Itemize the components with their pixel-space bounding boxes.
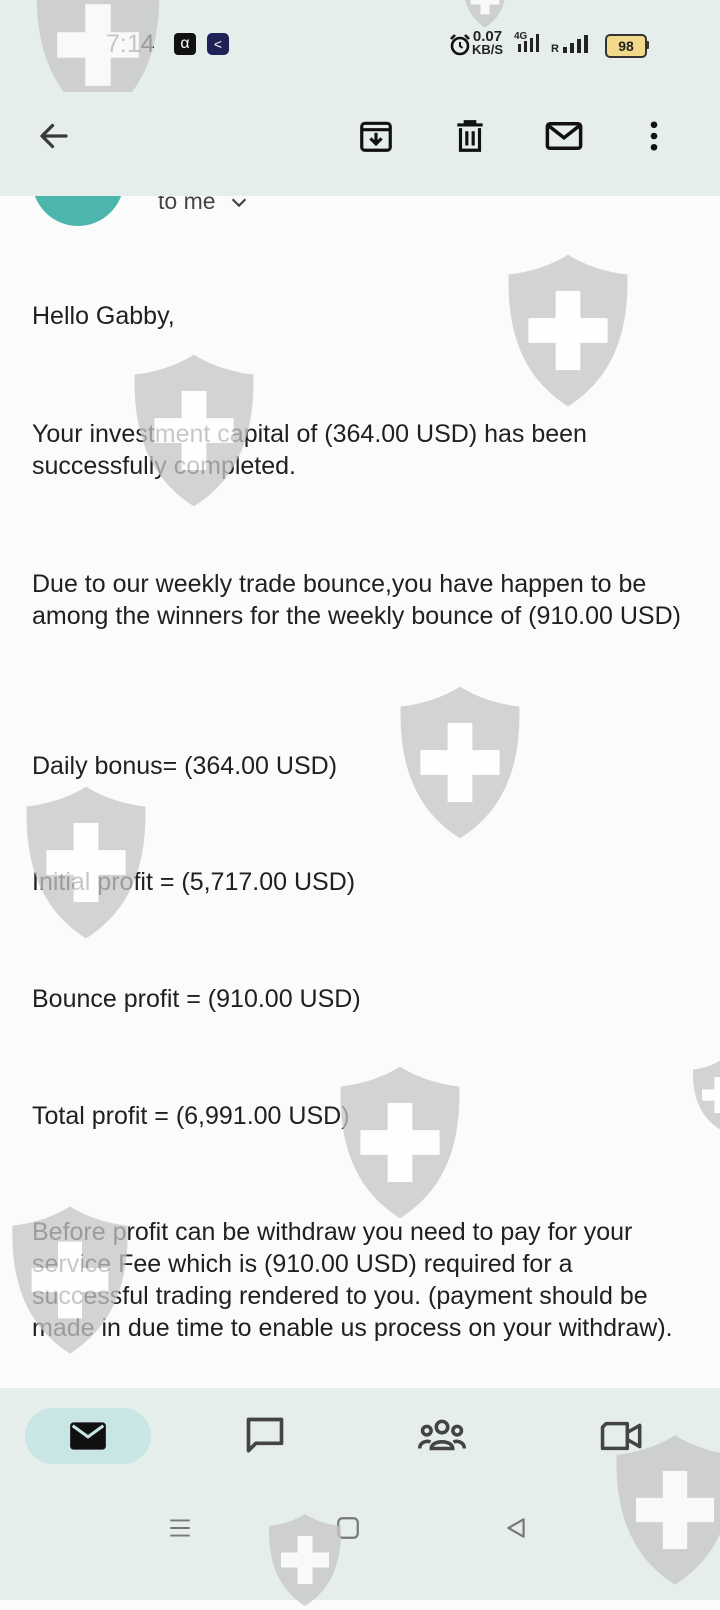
archive-icon	[360, 121, 392, 152]
sim2-label: R	[551, 43, 559, 55]
bounce-profit-line: Bounce profit = (910.00 USD)	[32, 985, 361, 1013]
nav-meet[interactable]	[592, 1408, 652, 1464]
email-paragraph-1: Your investment capital of (364.00 USD) …	[32, 420, 587, 480]
back-icon	[507, 1518, 525, 1538]
sender-avatar[interactable]	[32, 196, 124, 226]
recipient-details-toggle[interactable]: to me	[158, 196, 250, 215]
meet-icon	[600, 1421, 642, 1451]
signal-icon: 4G	[514, 31, 539, 52]
spaces-icon	[417, 1419, 467, 1451]
bottom-navigation	[0, 1388, 720, 1600]
nav-spaces[interactable]	[412, 1408, 472, 1464]
status-time: 7:14	[106, 30, 155, 58]
home-icon	[337, 1517, 359, 1539]
system-home-button[interactable]	[328, 1508, 368, 1548]
battery-tip	[646, 41, 649, 49]
menu-icon	[170, 1519, 190, 1537]
network-speed: 0.07 KB/S	[472, 29, 504, 57]
more-options-button[interactable]	[630, 112, 678, 160]
nav-mail[interactable]	[25, 1408, 151, 1464]
system-back-button[interactable]	[496, 1508, 536, 1548]
signal-icon-2: R	[551, 35, 588, 55]
delete-button[interactable]	[446, 112, 494, 160]
system-menu-button[interactable]	[160, 1508, 200, 1548]
network-speed-unit: KB/S	[472, 42, 504, 57]
email-paragraph-3: Before profit can be withdraw you need t…	[32, 1218, 673, 1342]
notification-app-icon-2: <	[207, 33, 229, 55]
email-greeting: Hello Gabby,	[32, 302, 175, 330]
total-profit-line: Total profit = (6,991.00 USD)	[32, 1102, 350, 1130]
alarm-icon	[450, 34, 470, 56]
mark-unread-button[interactable]	[540, 112, 588, 160]
recipient-label: to me	[158, 196, 216, 214]
mail-icon	[70, 1422, 106, 1450]
nav-chat[interactable]	[235, 1408, 295, 1464]
battery-icon: 98	[605, 34, 647, 58]
more-vert-icon	[650, 121, 658, 151]
initial-profit-line: Initial profit = (5,717.00 USD)	[32, 868, 356, 896]
chevron-down-icon	[231, 197, 246, 207]
delete-icon	[457, 120, 483, 152]
email-content[interactable]: to me Hello Gabby, Your investment capit…	[0, 196, 720, 1388]
network-type: 4G	[514, 31, 528, 42]
chat-icon	[246, 1417, 284, 1453]
daily-bonus-line: Daily bonus= (364.00 USD)	[32, 752, 338, 780]
mark-unread-icon	[545, 122, 583, 150]
archive-button[interactable]	[352, 112, 400, 160]
back-arrow-icon	[40, 123, 68, 149]
top-app-bar	[0, 92, 720, 196]
notification-app-icon: α	[174, 33, 196, 55]
back-button[interactable]	[30, 112, 78, 160]
status-bar: 7:14 α < 0.07 KB/S 4G R 98	[0, 0, 720, 92]
email-paragraph-2: Due to our weekly trade bounce,you have …	[32, 570, 681, 630]
